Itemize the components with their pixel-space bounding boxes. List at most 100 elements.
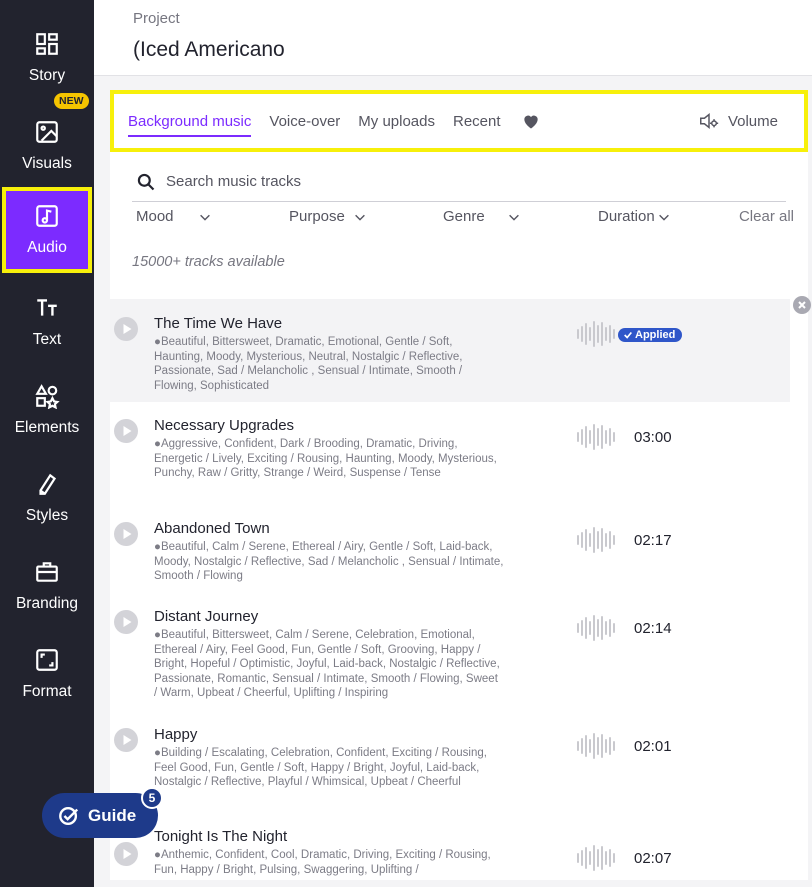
project-header: Project (Iced Americano (94, 0, 812, 76)
sidebar-item-visuals[interactable]: Visuals (0, 102, 94, 190)
genre-filter-label: Genre (443, 208, 485, 225)
track-list: The Time We Have ●Beautiful, Bittersweet… (110, 299, 808, 880)
sidebar-item-styles[interactable]: Styles (0, 454, 94, 542)
briefcase-icon (36, 562, 58, 582)
volume-settings-icon (699, 113, 719, 129)
chevron-down-icon (355, 214, 365, 221)
check-circle-icon (59, 806, 79, 825)
sidebar-item-story[interactable]: Story (0, 14, 94, 102)
tab-recent[interactable]: Recent (453, 101, 501, 141)
track-row[interactable]: The Time We Have ●Beautiful, Bittersweet… (110, 299, 790, 402)
waveform-icon (577, 527, 615, 553)
track-tags: ●Beautiful, Bittersweet, Dramatic, Emoti… (154, 336, 463, 392)
tab-background-music[interactable]: Background music (128, 101, 252, 141)
waveform-icon (577, 615, 615, 641)
track-tags: ●Aggressive, Confident, Dark / Brooding,… (154, 438, 497, 480)
chevron-down-icon (658, 214, 669, 221)
search-bar (132, 162, 786, 202)
filter-bar: Mood Purpose Genre Duration Clear all (132, 208, 794, 236)
audio-panel: Background music Voice-over My uploads R… (110, 90, 811, 880)
track-row[interactable]: Happy ●Building / Escalating, Celebratio… (110, 716, 790, 816)
track-row[interactable]: Abandoned Town ●Beautiful, Calm / Serene… (110, 510, 790, 594)
project-name[interactable]: (Iced Americano (133, 38, 285, 62)
chevron-down-icon (199, 214, 210, 221)
guide-count-badge: 5 (141, 787, 163, 809)
play-icon[interactable] (114, 419, 138, 443)
track-row[interactable]: Tonight Is The Night ●Anthemic, Confiden… (110, 818, 790, 880)
track-tags: ●Anthemic, Confident, Cool, Dramatic, Dr… (154, 849, 491, 876)
waveform-icon (577, 424, 615, 450)
clear-all-button[interactable]: Clear all (739, 208, 794, 225)
sidebar-item-label: Branding (15, 595, 79, 612)
purpose-filter-label: Purpose (289, 208, 345, 225)
dashboard-icon (36, 33, 58, 55)
duration-filter[interactable]: Duration (598, 208, 671, 225)
waveform-icon (577, 845, 615, 871)
sidebar-item-label: Text (32, 331, 62, 348)
track-duration: 02:14 (634, 620, 672, 637)
sidebar-item-label: Visuals (22, 155, 72, 172)
track-title: The Time We Have (154, 315, 283, 332)
sidebar-item-audio[interactable]: Audio (2, 187, 92, 273)
play-icon[interactable] (114, 317, 138, 341)
volume-button[interactable]: Volume (698, 94, 778, 148)
track-row[interactable]: Distant Journey ●Beautiful, Bittersweet,… (110, 598, 790, 714)
close-icon (798, 301, 806, 309)
project-label: Project (133, 10, 180, 27)
track-row[interactable]: Necessary Upgrades ●Aggressive, Confiden… (110, 407, 790, 507)
track-tags: ●Building / Escalating, Celebration, Con… (154, 747, 487, 789)
waveform-icon (577, 321, 615, 347)
track-duration: 02:07 (634, 850, 672, 867)
resize-icon (36, 649, 58, 671)
brush-icon (39, 473, 57, 495)
sidebar-item-label: Format (22, 683, 72, 700)
sidebar-item-branding[interactable]: Branding (0, 542, 94, 630)
track-duration: 02:17 (634, 532, 672, 549)
shapes-icon (35, 384, 60, 409)
track-title: Abandoned Town (154, 520, 270, 537)
track-tags: ●Beautiful, Bittersweet, Calm / Serene, … (154, 629, 500, 700)
search-icon (137, 173, 155, 190)
check-icon (624, 331, 632, 339)
mood-filter-label: Mood (136, 208, 174, 225)
sidebar: Story Visuals NEW Audio Text Elements St… (0, 0, 94, 887)
play-icon[interactable] (114, 610, 138, 634)
search-input[interactable] (166, 173, 726, 190)
applied-badge: Applied (618, 328, 683, 342)
main-area: Project (Iced Americano Background music… (94, 0, 812, 887)
purpose-filter[interactable]: Purpose (289, 208, 367, 225)
image-icon (36, 121, 58, 143)
play-icon[interactable] (114, 522, 138, 546)
track-title: Necessary Upgrades (154, 417, 295, 434)
new-badge: NEW (54, 93, 89, 109)
sidebar-item-text[interactable]: Text (0, 278, 94, 366)
track-title: Distant Journey (154, 608, 259, 625)
guide-label: Guide (88, 805, 137, 825)
sidebar-item-format[interactable]: Format (0, 630, 94, 718)
sidebar-item-label: Styles (25, 507, 69, 524)
mood-filter[interactable]: Mood (136, 208, 212, 225)
applied-label: Applied (635, 329, 676, 341)
duration-filter-label: Duration (598, 208, 655, 225)
text-icon (37, 299, 57, 316)
audio-tabs: Background music Voice-over My uploads R… (110, 90, 808, 152)
genre-filter[interactable]: Genre (443, 208, 521, 225)
track-title: Happy (154, 726, 198, 743)
chevron-down-icon (508, 214, 519, 221)
play-icon[interactable] (114, 842, 138, 866)
track-tags: ●Beautiful, Calm / Serene, Ethereal / Ai… (154, 541, 504, 583)
track-duration: 02:01 (634, 738, 672, 755)
sidebar-item-elements[interactable]: Elements (0, 366, 94, 454)
heart-icon[interactable] (521, 111, 541, 131)
sidebar-item-label: Story (28, 67, 66, 84)
tab-voice-over[interactable]: Voice-over (269, 101, 340, 141)
track-count: 15000+ tracks available (132, 254, 285, 270)
tab-my-uploads[interactable]: My uploads (358, 101, 435, 141)
music-note-icon (36, 205, 58, 227)
play-icon[interactable] (114, 728, 138, 752)
sidebar-item-label: Elements (14, 419, 80, 436)
track-duration: 03:00 (634, 429, 672, 446)
track-title: Tonight Is The Night (154, 828, 288, 845)
remove-track-button[interactable] (793, 296, 811, 314)
sidebar-item-label: Audio (27, 239, 67, 256)
